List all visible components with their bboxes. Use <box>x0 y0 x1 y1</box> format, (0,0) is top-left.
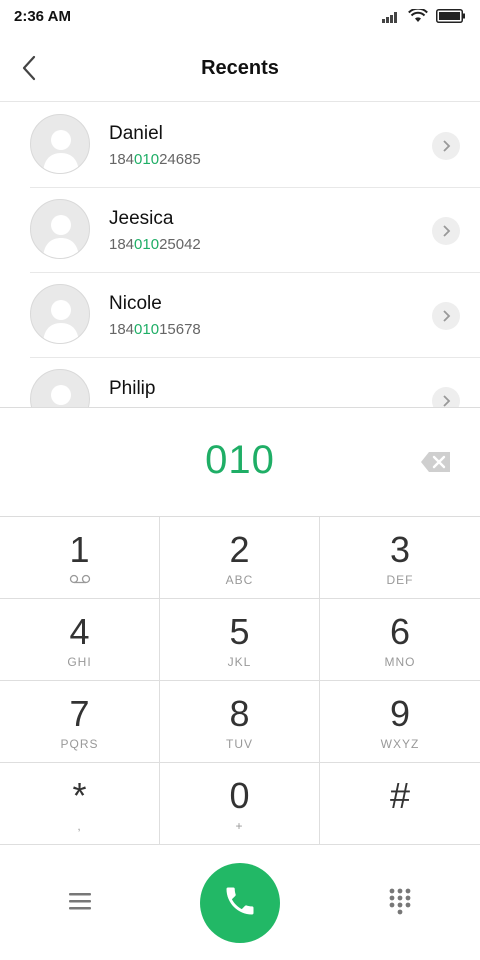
key-digit: 5 <box>229 611 250 652</box>
phone-icon <box>222 883 258 924</box>
contact-name: Daniel <box>109 123 163 144</box>
wifi-icon <box>408 7 428 28</box>
backspace-icon[interactable] <box>420 450 452 474</box>
list-item[interactable]: Jeesica 18401025042 <box>0 188 480 273</box>
contact-number: 18401024685 <box>109 151 201 168</box>
signal-icon <box>382 10 400 28</box>
key-letters: WXYZ <box>380 737 420 751</box>
key-8[interactable]: 8 TUV <box>160 681 320 763</box>
key-digit: 9 <box>389 693 411 734</box>
key-digit: * <box>72 775 87 816</box>
contact-name: Jeesica <box>109 208 174 229</box>
app-header: Recents <box>0 34 480 102</box>
key-digit: 8 <box>229 693 250 734</box>
call-button[interactable] <box>200 863 280 943</box>
contact-name: Nicole <box>109 293 162 314</box>
key-0[interactable]: 0 + <box>160 763 320 845</box>
contact-number: 18401015678 <box>109 321 201 338</box>
status-bar: 2:36 AM <box>0 0 480 34</box>
avatar <box>30 284 90 344</box>
key-letters: JKL <box>227 655 252 669</box>
status-time: 2:36 AM <box>14 8 71 25</box>
key-hash[interactable]: # <box>320 763 480 845</box>
list-item[interactable]: Daniel 18401024685 <box>0 103 480 188</box>
contact-name: Philip <box>109 378 156 399</box>
key-6[interactable]: 6 MNO <box>320 599 480 681</box>
keypad: 1 2 ABC 3 DEF 4 GHI 5 JKL 6 MNO 7 PQRS 8… <box>0 517 480 847</box>
key-9[interactable]: 9 WXYZ <box>320 681 480 763</box>
key-digit: 0 <box>229 775 250 816</box>
key-digit: 2 <box>229 529 250 570</box>
status-icons <box>382 7 466 28</box>
key-7[interactable]: 7 PQRS <box>0 681 160 763</box>
avatar <box>30 114 90 174</box>
avatar <box>30 199 90 259</box>
details-chevron-icon[interactable] <box>432 387 460 407</box>
key-4[interactable]: 4 GHI <box>0 599 160 681</box>
key-5[interactable]: 5 JKL <box>160 599 320 681</box>
dial-display: 010 <box>0 407 480 517</box>
key-digit: 6 <box>389 611 411 652</box>
key-digit: # <box>389 775 411 816</box>
key-letters: PQRS <box>60 737 99 751</box>
contact-number: 18401025042 <box>109 236 201 253</box>
avatar <box>30 369 90 407</box>
recents-list: Daniel 18401024685 Jeesica 18401025042 N… <box>0 103 480 407</box>
page-title: Recents <box>201 57 279 79</box>
key-digit: 7 <box>69 693 90 734</box>
key-letters: , <box>77 819 82 833</box>
key-digit: 1 <box>69 529 90 570</box>
voicemail-icon <box>0 573 159 587</box>
key-letters: MNO <box>384 655 416 669</box>
key-digit: 3 <box>389 529 411 570</box>
list-item[interactable]: Nicole 18401015678 <box>0 273 480 358</box>
details-chevron-icon[interactable] <box>432 132 460 160</box>
details-chevron-icon[interactable] <box>432 217 460 245</box>
dialed-number: 010 <box>205 438 275 482</box>
key-2[interactable]: 2 ABC <box>160 517 320 599</box>
key-letters: ABC <box>225 573 254 587</box>
details-chevron-icon[interactable] <box>432 302 460 330</box>
key-1[interactable]: 1 <box>0 517 160 599</box>
menu-icon[interactable] <box>66 889 94 913</box>
key-letters: TUV <box>226 737 253 751</box>
battery-icon <box>436 9 466 28</box>
dialpad-icon[interactable] <box>386 887 414 917</box>
key-letters: + <box>235 819 244 833</box>
key-3[interactable]: 3 DEF <box>320 517 480 599</box>
key-star[interactable]: * , <box>0 763 160 845</box>
list-item[interactable]: Philip <box>0 358 480 407</box>
key-digit: 4 <box>69 611 90 652</box>
key-letters: DEF <box>386 573 414 587</box>
bottom-bar <box>0 847 480 960</box>
key-letters: GHI <box>67 655 92 669</box>
